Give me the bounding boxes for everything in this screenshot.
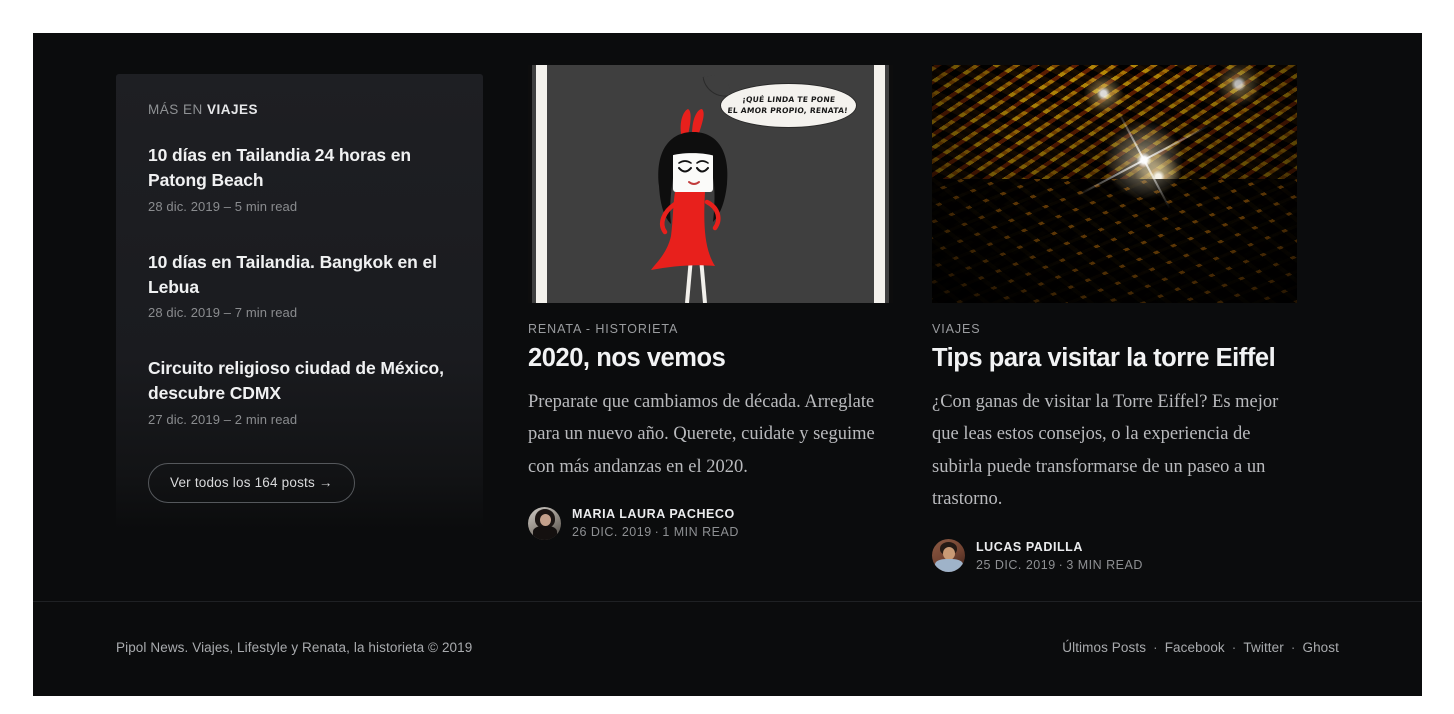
footer-copyright: Pipol News. Viajes, Lifestyle y Renata, … <box>116 640 473 655</box>
post-card-body: RENATA - HISTORIETA 2020, nos vemos Prep… <box>528 303 893 541</box>
speech-bubble-line-1: ¡QUÉ LINDA TE PONE <box>742 94 837 104</box>
author-name[interactable]: MARIA LAURA PACHECO <box>572 505 739 523</box>
post-date: 26 DIC. 2019 <box>572 525 652 540</box>
sidebar-post-item[interactable]: 10 días en Tailandia. Bangkok en el Lebu… <box>148 250 457 321</box>
post-card-body: VIAJES Tips para visitar la torre Eiffel… <box>932 303 1297 574</box>
sidebar-post-item[interactable]: Circuito religioso ciudad de México, des… <box>148 356 457 427</box>
post-card-title[interactable]: 2020, nos vemos <box>528 343 893 374</box>
sidebar-post-meta: 27 dic. 2019 – 2 min read <box>148 412 298 428</box>
footer-inner: Pipol News. Viajes, Lifestyle y Renata, … <box>116 640 1339 655</box>
post-card-byline: LUCAS PADILLA 25 DIC. 2019 · 3 MIN READ <box>932 538 1297 574</box>
post-card-excerpt: Preparate que cambiamos de década. Arreg… <box>528 391 875 477</box>
meta-separator: · <box>654 525 660 540</box>
avatar-body-shape <box>533 525 557 540</box>
footer-nav: Últimos Posts · Facebook · Twitter · Ghost <box>1062 640 1339 655</box>
site-page: MÁS EN VIAJES 10 días en Tailandia 24 ho… <box>33 33 1422 696</box>
sidebar-post-title[interactable]: Circuito religioso ciudad de México, des… <box>148 356 457 406</box>
post-card-image[interactable]: ¡QUÉ LINDA TE PONE EL AMOR PROPIO, RENAT… <box>528 65 893 303</box>
footer-link-ultimos-posts[interactable]: Últimos Posts <box>1062 640 1146 655</box>
footer-link-facebook[interactable]: Facebook <box>1165 640 1225 655</box>
read-time: 1 MIN READ <box>662 525 739 540</box>
site-footer: Pipol News. Viajes, Lifestyle y Renata, … <box>33 601 1422 696</box>
comic-left-bar <box>536 65 547 303</box>
author-avatar[interactable] <box>528 506 561 540</box>
more-in-prefix: MÁS EN <box>148 102 208 117</box>
byline-meta: 25 DIC. 2019 · 3 MIN READ <box>976 556 1143 574</box>
more-in-tag: VIAJES <box>207 102 259 117</box>
byline-meta: 26 DIC. 2019 · 1 MIN READ <box>572 523 739 541</box>
post-card-image[interactable] <box>932 65 1297 303</box>
post-card-title[interactable]: Tips para visitar la torre Eiffel <box>932 343 1297 374</box>
view-all-posts-button[interactable]: Ver todos los 164 posts → <box>148 463 355 504</box>
post-card-kicker[interactable]: VIAJES <box>932 322 1297 336</box>
author-avatar[interactable] <box>932 539 965 573</box>
main-content: MÁS EN VIAJES 10 días en Tailandia 24 ho… <box>33 33 1422 573</box>
avatar-body-shape <box>935 559 963 573</box>
read-time: 3 MIN READ <box>1066 557 1143 572</box>
sidebar-post-title[interactable]: 10 días en Tailandia. Bangkok en el Lebu… <box>148 250 457 300</box>
sidebar-post-meta: 28 dic. 2019 – 5 min read <box>148 198 298 214</box>
post-card-eiffel[interactable]: VIAJES Tips para visitar la torre Eiffel… <box>932 65 1297 574</box>
sidebar-inner: MÁS EN VIAJES 10 días en Tailandia 24 ho… <box>148 102 457 504</box>
post-card-byline: MARIA LAURA PACHECO 26 DIC. 2019 · 1 MIN R… <box>528 505 893 541</box>
comic-right-bar <box>874 65 885 303</box>
sidebar-post-meta: 28 dic. 2019 – 7 min read <box>148 305 298 321</box>
eiffel-vignette <box>932 65 1297 303</box>
post-card-comic[interactable]: ¡QUÉ LINDA TE PONE EL AMOR PROPIO, RENAT… <box>528 65 893 541</box>
sidebar-post-title[interactable]: 10 días en Tailandia 24 horas en Patong … <box>148 143 457 193</box>
meta-separator: · <box>1058 557 1064 572</box>
author-name[interactable]: LUCAS PADILLA <box>976 538 1143 556</box>
eiffel-tower-photo <box>932 65 1297 303</box>
post-card-kicker[interactable]: RENATA - HISTORIETA <box>528 322 893 336</box>
byline-text: MARIA LAURA PACHECO 26 DIC. 2019 · 1 MIN R… <box>572 505 739 541</box>
post-card-excerpt: ¿Con ganas de visitar la Torre Eiffel? E… <box>932 391 1279 510</box>
comic-illustration: ¡QUÉ LINDA TE PONE EL AMOR PROPIO, RENAT… <box>528 65 893 303</box>
byline-text: LUCAS PADILLA 25 DIC. 2019 · 3 MIN READ <box>976 538 1143 574</box>
post-date: 25 DIC. 2019 <box>976 557 1056 572</box>
more-in-sidebar-card: MÁS EN VIAJES 10 días en Tailandia 24 ho… <box>116 74 483 529</box>
footer-separator: · <box>1290 640 1296 655</box>
footer-link-ghost[interactable]: Ghost <box>1302 640 1339 655</box>
avatar-face-shape <box>540 513 551 526</box>
sidebar-post-item[interactable]: 10 días en Tailandia 24 horas en Patong … <box>148 143 457 214</box>
comic-girl-figure <box>651 109 728 303</box>
footer-separator: · <box>1231 640 1237 655</box>
footer-separator: · <box>1153 640 1158 655</box>
more-in-heading: MÁS EN VIAJES <box>148 102 457 117</box>
footer-link-twitter[interactable]: Twitter <box>1243 640 1283 655</box>
